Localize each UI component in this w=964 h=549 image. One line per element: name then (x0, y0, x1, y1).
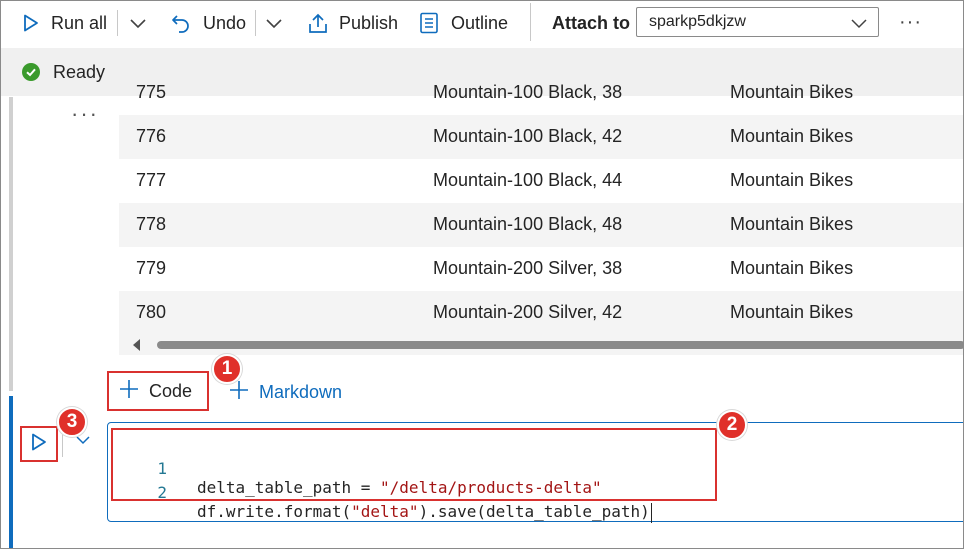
outline-button[interactable]: Outline (419, 8, 508, 38)
table-cell: 776 (136, 126, 167, 146)
toolbar-divider (255, 10, 256, 36)
code-line[interactable]: 1 delta_table_path = "/delta/products-de… (111, 440, 711, 497)
attach-to-label: Attach to (552, 13, 630, 33)
table-row: 775 Mountain-100 Black, 38 Mountain Bike… (119, 71, 963, 115)
table-cell: Mountain-100 Black, 42 (433, 126, 623, 146)
output-table: 775 Mountain-100 Black, 38 Mountain Bike… (119, 71, 963, 335)
table-cell: Mountain-100 Black, 44 (433, 170, 623, 190)
chevron-down-icon (129, 17, 147, 29)
table-cell: 777 (136, 170, 167, 190)
status-text: Ready (53, 62, 106, 82)
table-row: 779 Mountain-200 Silver, 38 Mountain Bik… (119, 247, 963, 291)
active-cell-indicator (9, 396, 13, 548)
publish-button[interactable]: Publish (307, 8, 398, 38)
upload-icon (307, 12, 329, 34)
attach-to-select[interactable]: sparkp5dkjzw (636, 7, 879, 37)
outline-icon (419, 12, 439, 34)
scroll-left-icon[interactable] (133, 339, 140, 351)
more-options-button[interactable]: ··· (899, 11, 922, 34)
chevron-down-icon (850, 16, 868, 34)
chevron-down-icon (265, 17, 283, 29)
output-more-button[interactable]: ··· (71, 101, 99, 127)
add-markdown-cell-button[interactable]: Markdown (229, 373, 342, 411)
code-line[interactable]: 2 df.write.format("delta").save(delta_ta… (111, 464, 711, 523)
scrollbar-thumb[interactable] (157, 341, 963, 349)
table-row: 777 Mountain-100 Black, 44 Mountain Bike… (119, 159, 963, 203)
code-text: df.write.format("delta").save(delta_tabl… (197, 502, 652, 523)
attach-to-value: sparkp5dkjzw (649, 13, 746, 30)
run-all-label: Run all (51, 12, 108, 33)
add-code-cell-button[interactable]: Code (107, 371, 209, 411)
table-cell: Mountain Bikes (730, 82, 854, 102)
run-options-dropdown[interactable] (129, 8, 147, 38)
play-icon (31, 433, 47, 456)
table-horizontal-scrollbar[interactable] (119, 335, 963, 355)
run-cell-button[interactable] (20, 426, 58, 462)
table-cell: Mountain Bikes (730, 302, 854, 322)
table-cell: Mountain-100 Black, 48 (433, 214, 623, 234)
undo-button[interactable]: Undo (171, 8, 246, 38)
notebook-window: Run all Undo Publish Outline Attach to s… (0, 0, 964, 549)
outline-label: Outline (451, 12, 509, 33)
table-row: 776 Mountain-100 Black, 42 Mountain Bike… (119, 115, 963, 159)
table-cell: Mountain Bikes (730, 214, 854, 234)
check-circle-icon (22, 63, 40, 81)
run-all-button[interactable]: Run all (23, 8, 107, 38)
table-row: 780 Mountain-200 Silver, 42 Mountain Bik… (119, 291, 963, 335)
table-cell: Mountain-200 Silver, 42 (433, 302, 623, 322)
line-number: 2 (157, 483, 167, 502)
toolbar-divider (530, 3, 531, 41)
undo-label: Undo (203, 12, 247, 33)
table-cell: 779 (136, 258, 167, 278)
table-cell: Mountain-100 Black, 38 (433, 82, 623, 102)
notebook-toolbar: Run all Undo Publish Outline Attach to s… (1, 1, 963, 45)
publish-label: Publish (339, 12, 399, 33)
toolbar-divider (117, 10, 118, 36)
table-cell: Mountain Bikes (730, 126, 854, 146)
plus-icon (119, 379, 139, 404)
callout-badge-2: 2 (717, 410, 747, 440)
callout-badge-1: 1 (212, 354, 242, 384)
cell-rail (9, 97, 13, 391)
table-cell: Mountain Bikes (730, 170, 854, 190)
table-cell: Mountain-200 Silver, 38 (433, 258, 623, 278)
add-code-label: Code (149, 380, 193, 401)
table-cell: 775 (136, 82, 167, 102)
run-divider (62, 431, 63, 457)
undo-icon (171, 13, 191, 33)
plus-icon (229, 380, 249, 405)
undo-options-dropdown[interactable] (265, 8, 283, 38)
table-cell: 780 (136, 302, 167, 322)
add-markdown-label: Markdown (259, 381, 343, 402)
callout-badge-3: 3 (57, 407, 87, 437)
table-row: 778 Mountain-100 Black, 48 Mountain Bike… (119, 203, 963, 247)
table-cell: Mountain Bikes (730, 258, 854, 278)
table-cell: 778 (136, 214, 167, 234)
text-cursor (650, 502, 652, 523)
play-icon (23, 14, 39, 32)
